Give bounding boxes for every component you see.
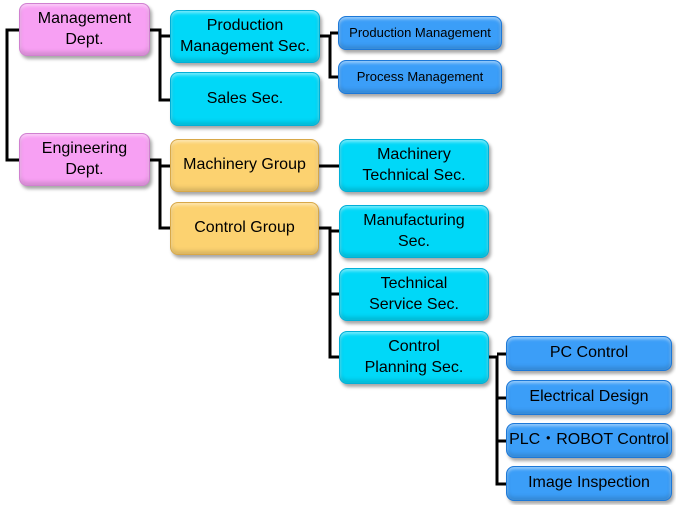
machinery-technical-sec[interactable]: Machinery Technical Sec.	[339, 139, 489, 192]
management-dept[interactable]: Management Dept.	[19, 3, 150, 56]
manufacturing-sec[interactable]: Manufacturing Sec.	[339, 205, 489, 258]
control-group[interactable]: Control Group	[170, 202, 319, 255]
production-management-unit[interactable]: Production Management	[338, 16, 502, 50]
control-planning-sec[interactable]: Control Planning Sec.	[339, 331, 489, 384]
engineering-dept[interactable]: Engineering Dept.	[19, 133, 150, 186]
machinery-group[interactable]: Machinery Group	[170, 139, 319, 192]
sales-sec[interactable]: Sales Sec.	[170, 72, 320, 126]
electrical-design-unit[interactable]: Electrical Design	[506, 380, 672, 415]
production-management-sec[interactable]: Production Management Sec.	[170, 10, 320, 63]
process-management-unit[interactable]: Process Management	[338, 60, 502, 94]
technical-service-sec[interactable]: Technical Service Sec.	[339, 268, 489, 321]
image-inspection-unit[interactable]: Image Inspection	[506, 466, 672, 501]
pc-control-unit[interactable]: PC Control	[506, 336, 672, 371]
plc-robot-control-unit[interactable]: PLC・ROBOT Control	[506, 423, 672, 458]
